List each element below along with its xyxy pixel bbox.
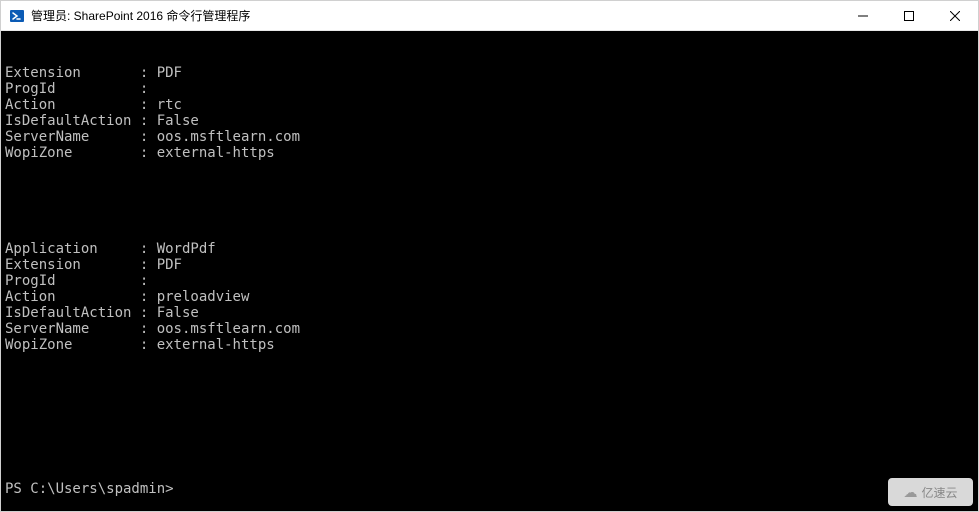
kv-value: rtc	[157, 97, 182, 113]
output-block-0: Extension: PDFProgId: Action: rtcIsDefau…	[5, 65, 974, 161]
kv-row: WopiZone: external-https	[5, 145, 974, 161]
kv-value: external-https	[157, 337, 275, 353]
kv-key: WopiZone	[5, 337, 140, 353]
kv-separator: :	[140, 337, 157, 353]
kv-separator: :	[140, 257, 157, 273]
close-button[interactable]	[932, 1, 978, 30]
kv-key: WopiZone	[5, 145, 140, 161]
kv-row: Extension: PDF	[5, 65, 974, 81]
kv-separator: :	[140, 273, 157, 289]
powershell-window: 管理员: SharePoint 2016 命令行管理程序 Extension: …	[0, 0, 979, 512]
kv-separator: :	[140, 305, 157, 321]
kv-row: ServerName: oos.msftlearn.com	[5, 129, 974, 145]
kv-separator: :	[140, 321, 157, 337]
kv-value: WordPdf	[157, 241, 216, 257]
kv-value: external-https	[157, 145, 275, 161]
kv-key: ServerName	[5, 129, 140, 145]
kv-key: Application	[5, 241, 140, 257]
kv-row: ProgId:	[5, 81, 974, 97]
kv-separator: :	[140, 129, 157, 145]
blank-line	[5, 433, 974, 449]
kv-key: IsDefaultAction	[5, 305, 140, 321]
kv-value: False	[157, 113, 199, 129]
kv-value: PDF	[157, 257, 182, 273]
kv-key: ProgId	[5, 81, 140, 97]
app-icon	[9, 8, 25, 24]
kv-separator: :	[140, 145, 157, 161]
kv-key: ProgId	[5, 273, 140, 289]
maximize-button[interactable]	[886, 1, 932, 30]
minimize-button[interactable]	[840, 1, 886, 30]
kv-separator: :	[140, 241, 157, 257]
kv-key: Extension	[5, 65, 140, 81]
kv-key: Action	[5, 97, 140, 113]
terminal-output[interactable]: Extension: PDFProgId: Action: rtcIsDefau…	[1, 31, 978, 511]
kv-separator: :	[140, 289, 157, 305]
watermark-text: 亿速云	[921, 484, 957, 501]
kv-separator: :	[140, 81, 157, 97]
kv-separator: :	[140, 65, 157, 81]
kv-row: Application: WordPdf	[5, 241, 974, 257]
output-block-1: Application: WordPdfExtension: PDFProgId…	[5, 241, 974, 353]
kv-key: ServerName	[5, 321, 140, 337]
kv-value: oos.msftlearn.com	[157, 129, 300, 145]
kv-row: WopiZone: external-https	[5, 337, 974, 353]
watermark-badge: ☁ 亿速云	[888, 478, 973, 506]
titlebar[interactable]: 管理员: SharePoint 2016 命令行管理程序	[1, 1, 978, 31]
kv-separator: :	[140, 97, 157, 113]
cloud-icon: ☁	[903, 484, 917, 501]
kv-row: IsDefaultAction: False	[5, 113, 974, 129]
kv-key: Action	[5, 289, 140, 305]
kv-key: IsDefaultAction	[5, 113, 140, 129]
kv-key: Extension	[5, 257, 140, 273]
prompt-line: PS C:\Users\spadmin>	[5, 481, 974, 497]
kv-row: ServerName: oos.msftlearn.com	[5, 321, 974, 337]
kv-value: False	[157, 305, 199, 321]
ps-prompt: PS C:\Users\spadmin>	[5, 481, 174, 497]
blank-line	[5, 193, 974, 209]
kv-value: preloadview	[157, 289, 250, 305]
window-controls	[840, 1, 978, 30]
kv-row: Extension: PDF	[5, 257, 974, 273]
kv-row: IsDefaultAction: False	[5, 305, 974, 321]
kv-value: PDF	[157, 65, 182, 81]
kv-row: Action: rtc	[5, 97, 974, 113]
kv-separator: :	[140, 113, 157, 129]
window-title: 管理员: SharePoint 2016 命令行管理程序	[31, 7, 840, 24]
kv-row: Action: preloadview	[5, 289, 974, 305]
blank-line	[5, 385, 974, 401]
kv-value: oos.msftlearn.com	[157, 321, 300, 337]
kv-row: ProgId:	[5, 273, 974, 289]
